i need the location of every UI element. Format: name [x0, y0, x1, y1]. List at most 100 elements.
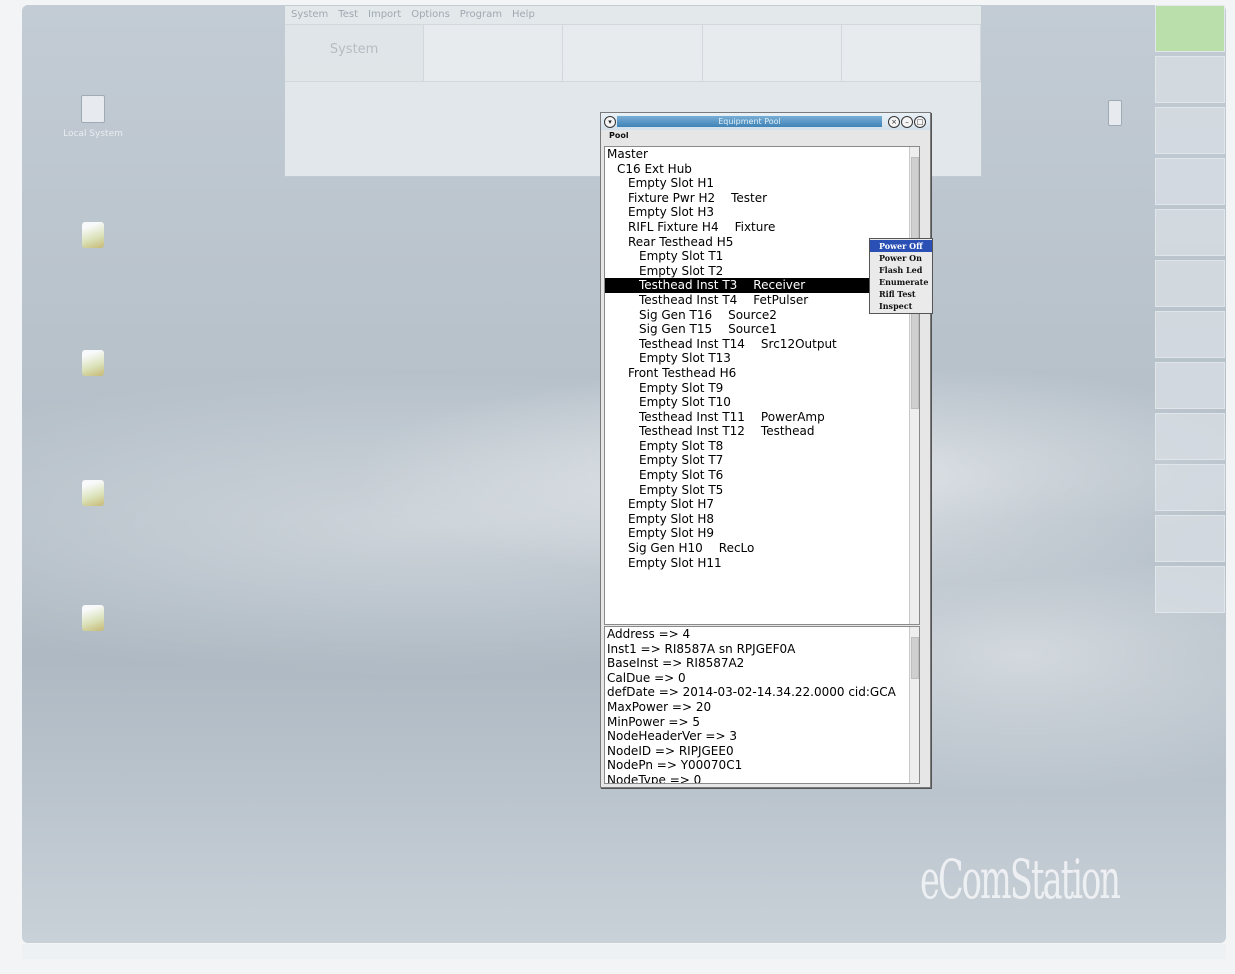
tree-node[interactable]: Empty Slot H3	[605, 205, 919, 220]
tree-node[interactable]: Fixture Pwr H2 Tester	[605, 191, 919, 206]
computer-icon	[81, 95, 105, 123]
tree-node[interactable]: Sig Gen H10 RecLo	[605, 541, 919, 556]
tree-node[interactable]: RIFL Fixture H4 Fixture	[605, 220, 919, 235]
side-button[interactable]	[1155, 464, 1225, 511]
property-line: Inst1 => RI8587A sn RPJGEF0A	[607, 641, 796, 656]
background-tab[interactable]	[702, 25, 842, 81]
background-tab[interactable]	[841, 25, 982, 81]
background-menu-item[interactable]: Options	[411, 9, 450, 20]
tree-node-name: Empty Slot H3	[628, 205, 714, 220]
tree-node-role: Source1	[728, 322, 777, 337]
tree-node-name: Rear Testhead H5	[628, 234, 734, 249]
context-menu-item[interactable]: Rifl Test	[870, 288, 932, 300]
background-menu-item[interactable]: Import	[368, 9, 401, 20]
trash-icon	[1108, 100, 1122, 126]
desktop-icon[interactable]	[48, 222, 138, 254]
tree-node[interactable]: Sig Gen T15 Source1	[605, 322, 919, 337]
tree-node[interactable]: Empty Slot H7	[605, 497, 919, 512]
background-tab[interactable]	[563, 25, 703, 81]
side-button[interactable]	[1155, 311, 1225, 358]
tree-node[interactable]: Empty Slot T7	[605, 453, 919, 468]
properties-pane[interactable]: Address => 4 Inst1 => RI8587A sn RPJGEF0A…	[604, 626, 920, 784]
tree-node[interactable]: Empty Slot H11	[605, 556, 919, 571]
context-menu-item[interactable]: Inspect	[870, 300, 932, 312]
context-menu-item[interactable]: Flash Led	[870, 264, 932, 276]
properties-scroll-thumb[interactable]	[911, 637, 919, 679]
tree-node-name: Empty Slot H8	[628, 511, 714, 526]
tree-node[interactable]: Empty Slot T10	[605, 395, 919, 410]
maximize-icon[interactable]: □	[914, 116, 926, 128]
tree-node[interactable]: Testhead Inst T12 Testhead	[605, 424, 919, 439]
tree-node-name: Testhead Inst T11	[639, 409, 745, 424]
background-tab[interactable]: System	[285, 25, 425, 81]
tree-node[interactable]: Empty Slot H1	[605, 176, 919, 191]
side-button[interactable]	[1155, 515, 1225, 562]
side-button[interactable]	[1155, 362, 1225, 409]
folder-icon	[82, 480, 104, 506]
side-button[interactable]	[1155, 566, 1225, 613]
side-button[interactable]	[1155, 56, 1225, 103]
tree-node-role: Receiver	[753, 278, 806, 293]
taskbar[interactable]	[22, 944, 1226, 959]
tree-node-name: Front Testhead H6	[628, 365, 737, 380]
tree-node[interactable]: Empty Slot T8	[605, 439, 919, 454]
tree-node-name: Fixture Pwr H2	[628, 190, 716, 205]
tree-node-role: RecLo	[718, 541, 755, 556]
window-title: Equipment Pool	[617, 116, 882, 127]
tree-scrollbar[interactable]	[909, 147, 919, 624]
title-bar[interactable]: ▾ Equipment Pool × – □	[601, 113, 930, 130]
system-menu-icon[interactable]: ▾	[604, 116, 616, 128]
tree-node[interactable]: Front Testhead H6	[605, 366, 919, 381]
tree-node-name: Testhead Inst T14	[639, 336, 745, 351]
property-line: NodeType => 0	[607, 772, 702, 784]
tree-node[interactable]: Empty Slot T9	[605, 381, 919, 396]
background-menu-item[interactable]: Help	[512, 9, 535, 20]
background-menubar: System Test Import Options Program Help	[285, 6, 981, 24]
desktop-icon[interactable]: Local System	[48, 95, 138, 139]
desktop-icon[interactable]	[48, 480, 138, 512]
property-line: BaseInst => RI8587A2	[607, 656, 745, 671]
background-tab[interactable]	[424, 25, 564, 81]
minimize-icon[interactable]: –	[901, 116, 913, 128]
tree-node[interactable]: C16 Ext Hub	[605, 162, 919, 177]
tree-node-name: Testhead Inst T4	[639, 292, 738, 307]
desktop-icon[interactable]	[1070, 100, 1160, 126]
menu-pool[interactable]: Pool	[601, 130, 930, 142]
side-button[interactable]	[1155, 158, 1225, 205]
background-menu-item[interactable]: Program	[460, 9, 502, 20]
context-menu[interactable]: Power Off Power On Flash Led Enumerate Rifl …	[869, 238, 933, 314]
tree-node[interactable]: Empty Slot T13	[605, 351, 919, 366]
background-tabs: System	[285, 24, 982, 82]
background-menu-item[interactable]: System	[291, 9, 328, 20]
tree-node[interactable]: Empty Slot H9	[605, 526, 919, 541]
context-menu-item[interactable]: Power Off	[870, 240, 932, 252]
side-button[interactable]	[1155, 260, 1225, 307]
tree-node[interactable]: Testhead Inst T3 Receiver	[605, 278, 903, 293]
tree-node-name: Empty Slot T10	[639, 395, 731, 410]
folder-icon	[82, 605, 104, 631]
tree-node-name: Empty Slot T13	[639, 351, 731, 366]
tree-node-name: Empty Slot T2	[639, 263, 724, 278]
tree-node[interactable]: Testhead Inst T14 Src12Output	[605, 337, 919, 352]
tree-node-role: Fixture	[734, 219, 776, 234]
close-icon[interactable]: ×	[888, 116, 900, 128]
desktop-icon[interactable]	[48, 350, 138, 382]
tree-node-name: Empty Slot T8	[639, 438, 724, 453]
background-menu-item[interactable]: Test	[338, 9, 358, 20]
tree-node[interactable]: Testhead Inst T11 PowerAmp	[605, 410, 919, 425]
tree-node[interactable]: Empty Slot T5	[605, 483, 919, 498]
properties-scrollbar[interactable]	[909, 627, 919, 783]
side-button[interactable]	[1155, 107, 1225, 154]
equipment-pool-window[interactable]: ▾ Equipment Pool × – □ Pool Master C16 Ex…	[600, 112, 931, 788]
tree-node[interactable]: Empty Slot H8	[605, 512, 919, 527]
side-button[interactable]	[1155, 413, 1225, 460]
side-button[interactable]	[1155, 5, 1225, 52]
desktop-icon[interactable]	[48, 605, 138, 637]
context-menu-item[interactable]: Power On	[870, 252, 932, 264]
side-button[interactable]	[1155, 209, 1225, 256]
tree-node[interactable]: Empty Slot T6	[605, 468, 919, 483]
context-menu-item[interactable]: Enumerate	[870, 276, 932, 288]
tree-node-role: Src12Output	[760, 336, 837, 351]
equipment-tree[interactable]: Master C16 Ext Hub Empty Slot H1 Fixture Pw…	[604, 146, 920, 625]
tree-node[interactable]: Master	[605, 147, 919, 162]
